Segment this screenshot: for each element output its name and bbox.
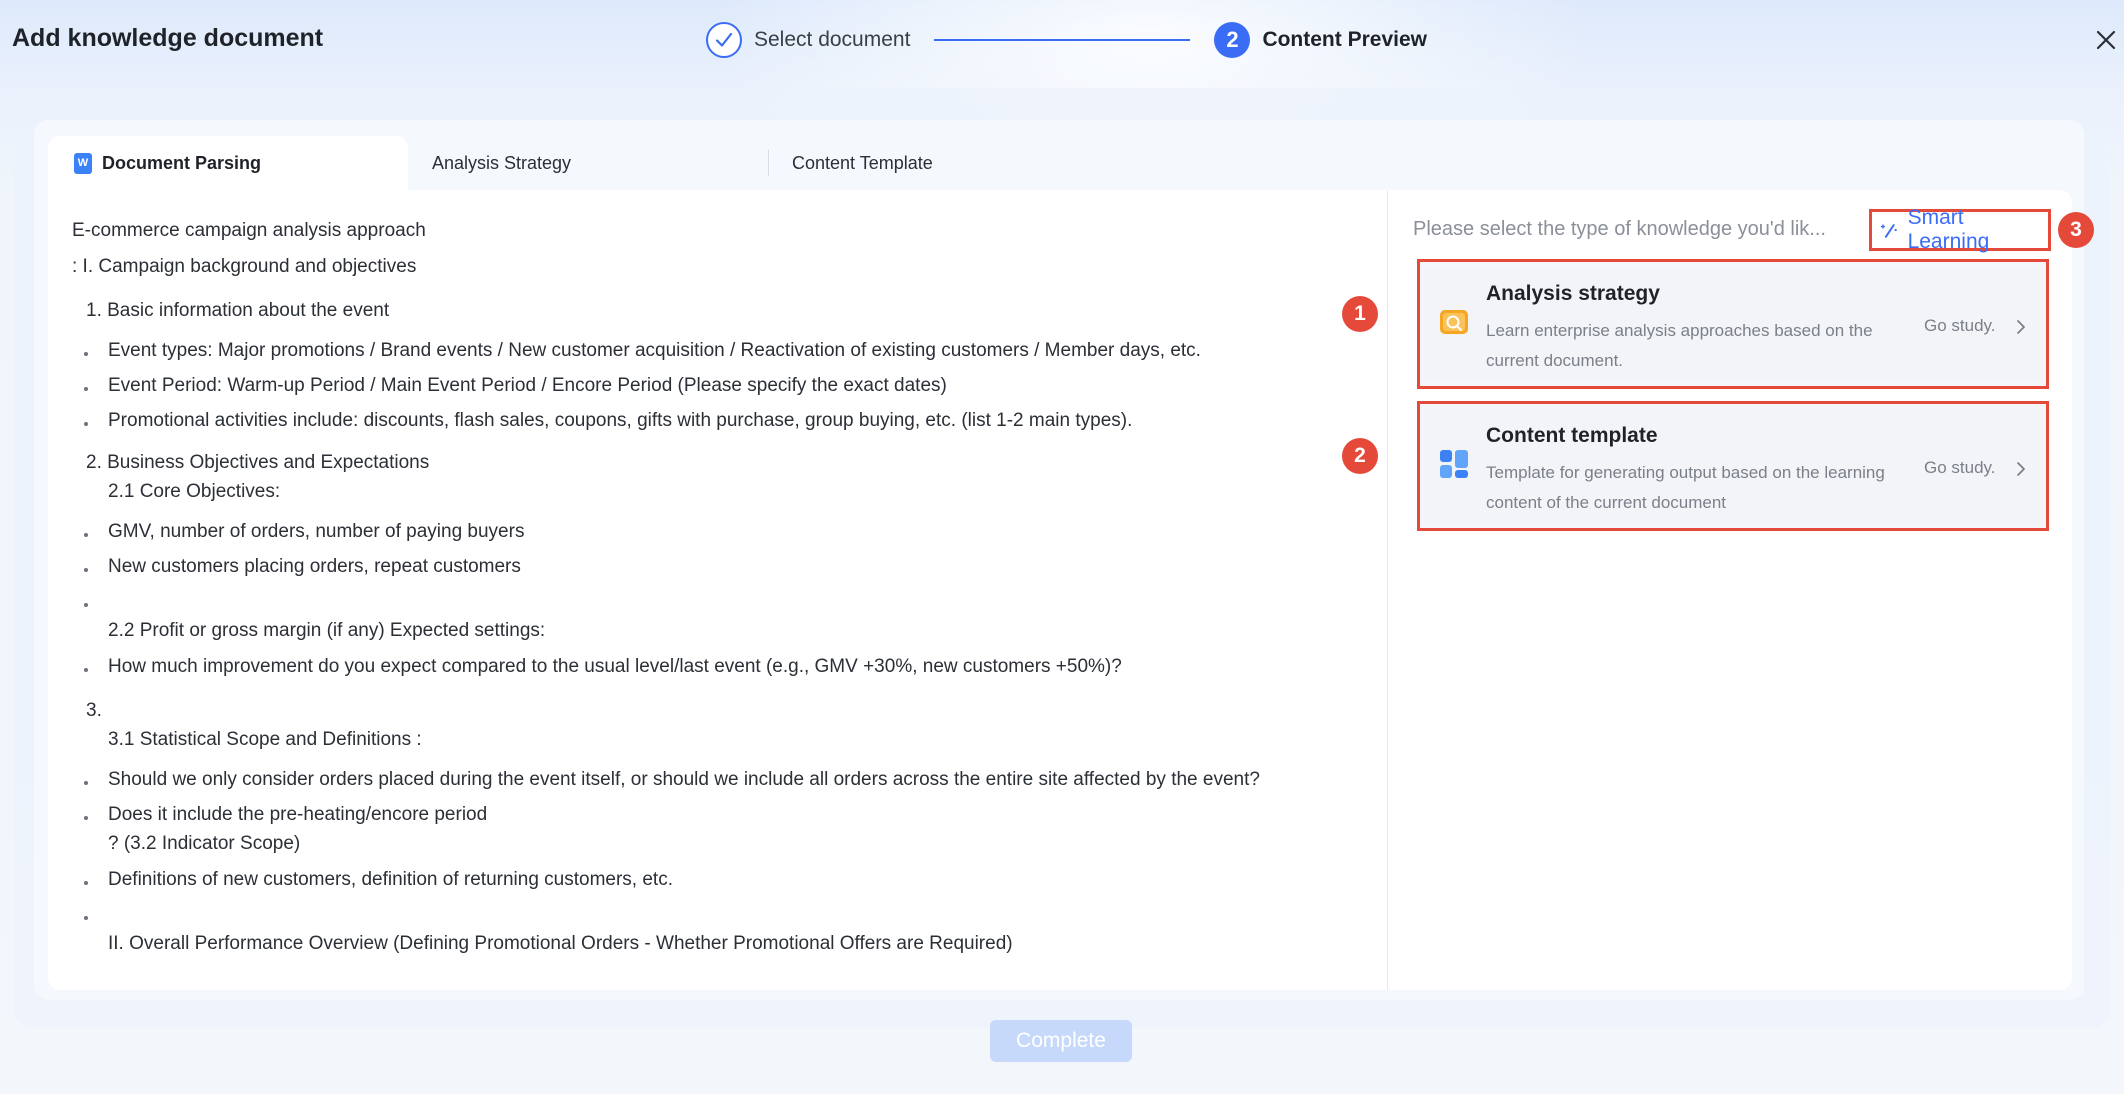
bullet <box>84 387 88 391</box>
annotation-badge-2: 2 <box>1342 438 1378 474</box>
doc-line: 3.1 Statistical Scope and Definitions : <box>108 729 422 750</box>
doc-line: 2. Business Objectives and Expectations <box>86 452 430 473</box>
analysis-strategy-icon <box>1438 306 1470 338</box>
doc-line: Does it include the pre-heating/encore p… <box>108 804 488 825</box>
tab-divider <box>768 150 769 176</box>
content-template-icon <box>1438 448 1470 480</box>
bullet <box>84 603 88 607</box>
doc-line: Definitions of new customers, definition… <box>108 869 673 890</box>
bullet <box>84 568 88 572</box>
doc-line: 2.2 Profit or gross margin (if any) Expe… <box>108 620 546 641</box>
content-area: E-commerce campaign analysis approach : … <box>48 190 2094 990</box>
step-1-label: Select document <box>754 28 911 51</box>
knowledge-type-prompt: Please select the type of knowledge you'… <box>1413 218 1826 240</box>
content-template-card[interactable]: Content template Template for generating… <box>1417 401 2049 531</box>
document-preview[interactable]: E-commerce campaign analysis approach : … <box>48 190 1388 990</box>
chevron-right-icon <box>2014 460 2028 478</box>
doc-line: GMV, number of orders, number of paying … <box>108 521 525 542</box>
tab-label: Document Parsing <box>102 152 262 173</box>
tab-analysis-strategy[interactable]: Analysis Strategy <box>432 136 571 190</box>
doc-line: Event types: Major promotions / Brand ev… <box>108 340 1201 361</box>
doc-line: II. Overall Performance Overview (Defini… <box>108 933 1013 954</box>
doc-line: Should we only consider orders placed du… <box>108 769 1260 790</box>
bullet <box>84 781 88 785</box>
bullet <box>84 881 88 885</box>
close-icon[interactable] <box>2094 28 2118 52</box>
tab-content-template[interactable]: Content Template <box>792 136 933 190</box>
option-description: Learn enterprise analysis approaches bas… <box>1486 321 1873 370</box>
doc-line: : I. Campaign background and objectives <box>72 256 417 277</box>
bullet <box>84 422 88 426</box>
bullet <box>84 352 88 356</box>
doc-line: New customers placing orders, repeat cus… <box>108 556 521 577</box>
doc-line: 3. <box>86 700 102 721</box>
doc-line: How much improvement do you expect compa… <box>108 656 1122 677</box>
doc-line: Promotional activities include: discount… <box>108 410 1133 431</box>
tab-document-parsing[interactable]: W Document Parsing <box>48 136 408 190</box>
annotation-badge-3: 3 <box>2058 212 2094 248</box>
modal-title: Add knowledge document <box>12 24 324 52</box>
add-knowledge-modal: Add knowledge document Select document 2… <box>0 0 2124 1094</box>
smart-learning-button[interactable]: Smart Learning <box>1869 206 2051 253</box>
smart-learning-label: Smart Learning <box>1907 206 1990 253</box>
modal-header: Add knowledge document Select document 2… <box>0 0 2124 80</box>
go-study-link[interactable]: Go study. <box>1924 316 1996 336</box>
option-title: Content template <box>1486 424 1658 447</box>
tab-label: Content Template <box>792 152 933 173</box>
card-body: Analysis strategy Learn enterprise analy… <box>1424 266 2042 382</box>
step-2-label: Content Preview <box>1262 28 1427 51</box>
tab-label: Analysis Strategy <box>432 152 572 173</box>
tab-bar: W Document Parsing Analysis Strategy Con… <box>48 136 1048 190</box>
chevron-right-icon <box>2014 318 2028 336</box>
word-doc-icon: W <box>74 152 92 174</box>
doc-line: 2.1 Core Objectives: <box>108 481 281 502</box>
bullet <box>84 916 88 920</box>
analysis-strategy-card[interactable]: Analysis strategy Learn enterprise analy… <box>1417 259 2049 389</box>
bullet <box>84 816 88 820</box>
knowledge-type-panel: Please select the type of knowledge you'… <box>1342 190 2094 990</box>
doc-line: 1. Basic information about the event <box>86 300 390 321</box>
option-title: Analysis strategy <box>1486 282 1660 305</box>
bullet <box>84 668 88 672</box>
go-study-link[interactable]: Go study. <box>1924 458 1996 478</box>
step-connector <box>934 39 1191 41</box>
step-done-check-icon <box>706 22 742 58</box>
stepper: Select document 2 Content Preview <box>706 21 1427 59</box>
doc-line: ? (3.2 Indicator Scope) <box>108 833 301 854</box>
bullet <box>84 533 88 537</box>
complete-button[interactable]: Complete <box>990 1020 1132 1062</box>
annotation-badge-1: 1 <box>1342 296 1378 332</box>
doc-line: E-commerce campaign analysis approach <box>72 220 426 241</box>
card-body: Content template Template for generating… <box>1424 408 2042 524</box>
magic-wand-icon <box>1880 224 1897 238</box>
doc-line: Event Period: Warm-up Period / Main Even… <box>108 375 947 396</box>
step-2-number: 2 <box>1214 22 1251 58</box>
option-description: Template for generating output based on … <box>1486 463 1885 512</box>
